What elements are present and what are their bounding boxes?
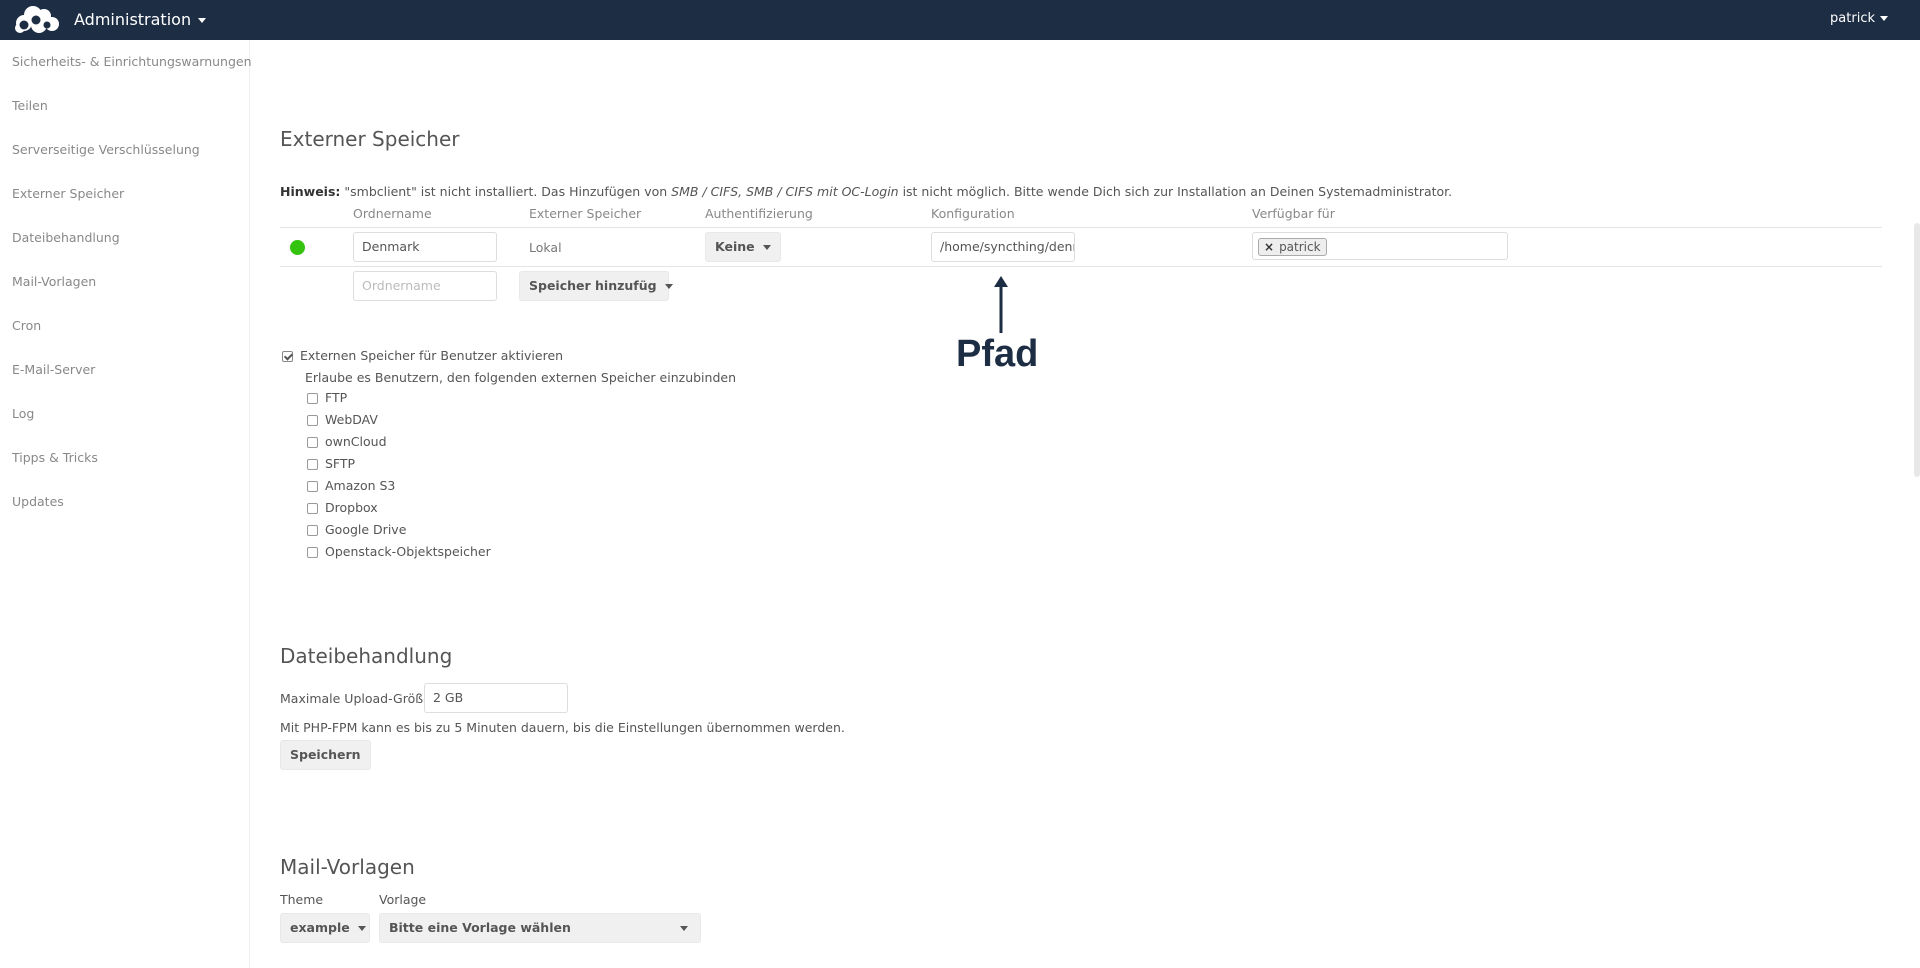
- chevron-down-icon: [1880, 16, 1888, 21]
- enable-user-storage-label: Externen Speicher für Benutzer aktiviere…: [300, 348, 564, 363]
- chevron-down-icon: [198, 18, 207, 23]
- folder-name-input[interactable]: Denmark: [353, 232, 497, 262]
- new-folder-name-input[interactable]: Ordnername: [353, 271, 497, 301]
- checkbox-icon: [307, 415, 318, 426]
- smbclient-hint: Hinweis: "smbclient" ist nicht installie…: [280, 184, 1452, 199]
- chevron-down-icon: [680, 926, 688, 931]
- row-divider: [280, 227, 1882, 228]
- hint-text-1: "smbclient" ist nicht installiert. Das H…: [340, 184, 672, 199]
- chevron-down-icon: [357, 926, 366, 931]
- sidebar-item-cron[interactable]: Cron: [12, 318, 41, 333]
- app-menu-button[interactable]: Administration: [74, 0, 207, 40]
- template-label: Vorlage: [379, 892, 427, 907]
- backend-checkbox-ftp[interactable]: FTP: [307, 390, 347, 405]
- backend-checkbox-owncloud[interactable]: ownCloud: [307, 434, 387, 449]
- checkbox-icon: [307, 437, 318, 448]
- column-header-storage: Externer Speicher: [529, 206, 642, 221]
- sidebar-item-mail-templates[interactable]: Mail-Vorlagen: [12, 274, 96, 289]
- backend-checkbox-google-drive[interactable]: Google Drive: [307, 522, 406, 537]
- file-handling-title: Dateibehandlung: [280, 644, 453, 668]
- backend-checkbox-webdav[interactable]: WebDAV: [307, 412, 378, 427]
- column-header-folder-name: Ordnername: [353, 206, 432, 221]
- checkbox-icon: [307, 459, 318, 470]
- backend-label: Dropbox: [325, 500, 378, 515]
- sidebar-item-encryption[interactable]: Serverseitige Verschlüsselung: [12, 142, 200, 157]
- column-header-available-for: Verfügbar für: [1252, 206, 1335, 221]
- backend-label: ownCloud: [325, 434, 387, 449]
- enable-user-storage-checkbox[interactable]: Externen Speicher für Benutzer aktiviere…: [282, 348, 563, 363]
- hint-text-2: ist nicht möglich. Bitte wende Dich sich…: [898, 184, 1453, 199]
- user-tag[interactable]: × patrick: [1258, 238, 1327, 256]
- backend-label: Amazon S3: [325, 478, 396, 493]
- column-header-auth: Authentifizierung: [705, 206, 813, 221]
- backend-label: FTP: [325, 390, 348, 405]
- theme-label: Theme: [280, 892, 324, 907]
- owncloud-logo-icon[interactable]: [10, 3, 62, 35]
- hint-label: Hinweis:: [280, 184, 341, 199]
- backend-checkbox-amazon-s3[interactable]: Amazon S3: [307, 478, 395, 493]
- backend-checkbox-openstack[interactable]: Openstack-Objektspeicher: [307, 544, 491, 559]
- checkbox-icon: [307, 481, 318, 492]
- theme-select[interactable]: example: [280, 913, 370, 943]
- external-storage-title: Externer Speicher: [280, 127, 460, 151]
- sidebar: Sicherheits- & Einrichtungswarnungen Tei…: [0, 40, 252, 968]
- sidebar-item-mail-server[interactable]: E-Mail-Server: [12, 362, 95, 377]
- app-title: Administration: [74, 10, 192, 29]
- storage-type-label: Lokal: [529, 240, 562, 255]
- mail-templates-title: Mail-Vorlagen: [280, 855, 415, 879]
- allow-users-text: Erlaube es Benutzern, den folgenden exte…: [305, 370, 736, 385]
- row-divider: [280, 266, 1882, 267]
- checkbox-icon: [307, 525, 318, 536]
- backend-label: WebDAV: [325, 412, 378, 427]
- chevron-down-icon: [762, 245, 771, 250]
- checkbox-icon: [307, 393, 318, 404]
- sidebar-item-sharing[interactable]: Teilen: [12, 98, 48, 113]
- backend-label: Openstack-Objektspeicher: [325, 544, 491, 559]
- user-tag-label: patrick: [1279, 240, 1321, 254]
- add-storage-label: Speicher hinzufüg: [529, 278, 657, 293]
- hint-emphasis: SMB / CIFS, SMB / CIFS mit OC-Login: [671, 184, 899, 199]
- template-select-value: Bitte eine Vorlage wählen: [389, 920, 571, 935]
- column-header-config: Konfiguration: [931, 206, 1015, 221]
- user-menu-button[interactable]: patrick: [1830, 0, 1888, 38]
- template-select[interactable]: Bitte eine Vorlage wählen: [379, 913, 701, 943]
- sidebar-item-updates[interactable]: Updates: [12, 494, 64, 509]
- backend-label: Google Drive: [325, 522, 407, 537]
- checkbox-icon: [307, 503, 318, 514]
- checkbox-checked-icon: [282, 351, 293, 362]
- add-storage-select[interactable]: Speicher hinzufüg: [519, 271, 673, 301]
- annotation-label: Pfad: [956, 333, 1039, 375]
- top-header: Administration patrick: [0, 0, 1920, 40]
- theme-select-value: example: [290, 920, 350, 935]
- sidebar-item-warnings[interactable]: Sicherheits- & Einrichtungswarnungen: [12, 54, 252, 69]
- auth-select-value: Keine: [715, 239, 755, 254]
- chevron-down-icon: [664, 284, 673, 289]
- sidebar-item-log[interactable]: Log: [12, 406, 34, 421]
- scrollbar[interactable]: [1914, 223, 1920, 477]
- checkbox-icon: [307, 547, 318, 558]
- php-fpm-note: Mit PHP-FPM kann es bis zu 5 Minuten dau…: [280, 720, 845, 735]
- save-button[interactable]: Speichern: [280, 740, 371, 770]
- auth-select[interactable]: Keine: [705, 232, 781, 262]
- sidebar-item-external-storage[interactable]: Externer Speicher: [12, 186, 124, 201]
- user-name: patrick: [1830, 11, 1875, 26]
- upload-size-label: Maximale Upload-Größe: [280, 691, 431, 706]
- status-indicator: [290, 240, 305, 255]
- remove-tag-icon[interactable]: ×: [1264, 240, 1274, 254]
- sidebar-item-file-handling[interactable]: Dateibehandlung: [12, 230, 120, 245]
- config-path-input[interactable]: /home/syncthing/denr: [931, 232, 1075, 262]
- backend-checkbox-sftp[interactable]: SFTP: [307, 456, 355, 471]
- upload-size-input[interactable]: 2 GB: [424, 683, 568, 713]
- arrow-up-icon: [994, 276, 1008, 333]
- sidebar-item-tips[interactable]: Tipps & Tricks: [12, 450, 98, 465]
- backend-checkbox-dropbox[interactable]: Dropbox: [307, 500, 378, 515]
- backend-label: SFTP: [325, 456, 356, 471]
